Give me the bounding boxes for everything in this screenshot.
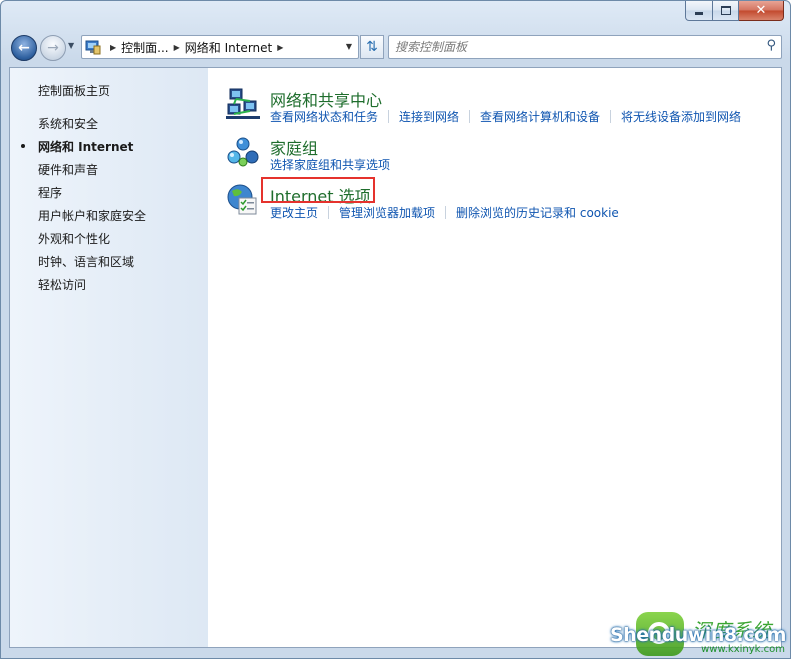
- choose-homegroup-options-link[interactable]: 选择家庭组和共享选项: [270, 158, 390, 172]
- link-divider: [328, 206, 330, 219]
- breadcrumb-arrow-icon[interactable]: ▶: [110, 43, 116, 52]
- network-sharing-icon: [226, 87, 260, 121]
- link-divider: [610, 110, 612, 123]
- control-panel-icon: [85, 40, 101, 55]
- sidebar-item-system-security[interactable]: 系统和安全: [38, 115, 98, 132]
- minimize-icon: [695, 12, 703, 15]
- delete-browsing-history-link[interactable]: 删除浏览的历史记录和 cookie: [456, 206, 619, 220]
- homegroup-icon: [226, 135, 260, 169]
- forward-arrow-icon: →: [47, 40, 59, 56]
- sidebar-item-ease-of-access[interactable]: 轻松访问: [38, 276, 86, 293]
- search-input[interactable]: [393, 38, 757, 56]
- close-icon: ✕: [755, 3, 767, 18]
- caption-buttons: ✕: [685, 1, 784, 21]
- network-sharing-links: 查看网络状态和任务 连接到网络 查看网络计算机和设备 将无线设备添加到网络: [270, 108, 741, 125]
- manage-addons-link[interactable]: 管理浏览器加载项: [339, 206, 435, 220]
- control-panel-window: ✕ ← → ▼ ▶ 控制面... ▶ 网络和 Internet ▶ ▼ ⇅ 搜索…: [0, 0, 791, 659]
- link-divider: [445, 206, 447, 219]
- sidebar-item-network-internet[interactable]: 网络和 Internet: [38, 138, 133, 155]
- content-area: 控制面板主页 系统和安全 网络和 Internet 硬件和声音 程序 用户帐户和…: [9, 67, 782, 648]
- back-button[interactable]: ←: [11, 35, 37, 61]
- search-icon[interactable]: ⚲: [766, 38, 776, 53]
- refresh-icon: ⇅: [366, 39, 378, 55]
- recent-pages-dropdown[interactable]: ▼: [68, 41, 74, 50]
- breadcrumb-arrow-icon[interactable]: ▶: [277, 43, 283, 52]
- breadcrumb-item[interactable]: 网络和 Internet: [185, 39, 272, 56]
- navigation-bar: ← → ▼ ▶ 控制面... ▶ 网络和 Internet ▶ ▼ ⇅ 搜索控制…: [9, 33, 782, 61]
- search-box[interactable]: ⚲: [388, 35, 782, 59]
- current-item-bullet: [21, 144, 25, 148]
- close-button[interactable]: ✕: [739, 1, 784, 21]
- connect-to-network-link[interactable]: 连接到网络: [399, 110, 459, 124]
- address-bar[interactable]: ▶ 控制面... ▶ 网络和 Internet ▶ ▼: [81, 35, 359, 59]
- breadcrumb-arrow-icon[interactable]: ▶: [174, 43, 180, 52]
- maximize-button[interactable]: [713, 1, 739, 21]
- link-divider: [469, 110, 471, 123]
- breadcrumb-item[interactable]: 控制面...: [121, 39, 168, 56]
- link-divider: [388, 110, 390, 123]
- maximize-icon: [720, 6, 731, 15]
- minimize-button[interactable]: [685, 1, 713, 21]
- change-homepage-link[interactable]: 更改主页: [270, 206, 318, 220]
- sidebar: 控制面板主页 系统和安全 网络和 Internet 硬件和声音 程序 用户帐户和…: [10, 68, 208, 647]
- refresh-button[interactable]: ⇅: [360, 35, 384, 59]
- view-network-computers-link[interactable]: 查看网络计算机和设备: [480, 110, 600, 124]
- forward-button[interactable]: →: [40, 35, 66, 61]
- add-wireless-device-link[interactable]: 将无线设备添加到网络: [621, 110, 741, 124]
- internet-options-links: 更改主页 管理浏览器加载项 删除浏览的历史记录和 cookie: [270, 204, 619, 221]
- highlight-box: [261, 177, 375, 203]
- sidebar-item-hardware-sound[interactable]: 硬件和声音: [38, 161, 98, 178]
- sidebar-item-user-accounts[interactable]: 用户帐户和家庭安全: [38, 207, 146, 224]
- address-dropdown-icon[interactable]: ▼: [346, 42, 352, 51]
- sidebar-item-appearance[interactable]: 外观和个性化: [38, 230, 110, 247]
- sidebar-item-home[interactable]: 控制面板主页: [38, 82, 110, 99]
- sidebar-item-programs[interactable]: 程序: [38, 184, 62, 201]
- homegroup-links: 选择家庭组和共享选项: [270, 156, 390, 173]
- back-arrow-icon: ←: [18, 40, 30, 56]
- view-network-status-link[interactable]: 查看网络状态和任务: [270, 110, 378, 124]
- internet-options-icon: [226, 183, 260, 217]
- main-panel: 网络和共享中心 查看网络状态和任务 连接到网络 查看网络计算机和设备 将无线设备添加到…: [208, 68, 781, 647]
- sidebar-item-clock-language-region[interactable]: 时钟、语言和区域: [38, 253, 134, 270]
